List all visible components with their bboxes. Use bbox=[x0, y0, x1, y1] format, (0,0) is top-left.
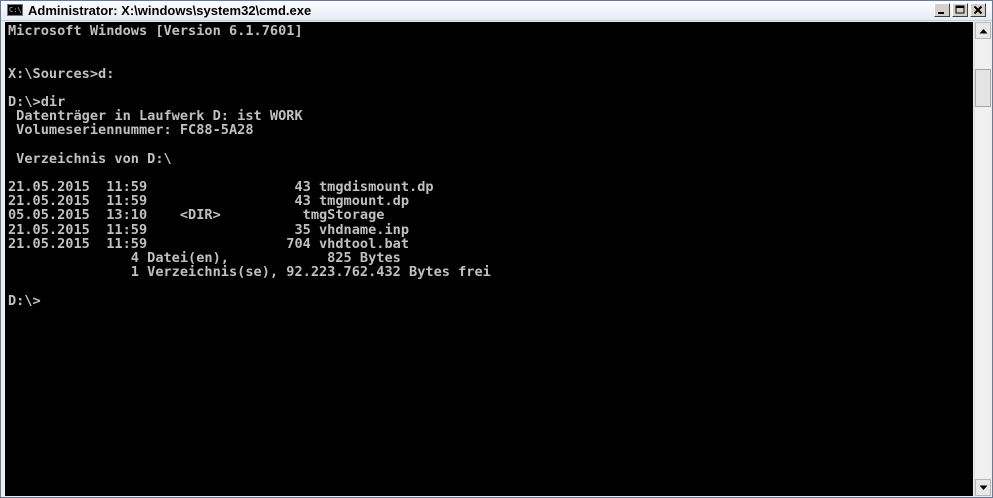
console-line: 4 Datei(en), 825 Bytes bbox=[8, 250, 401, 266]
console-line: 21.05.2015 11:59 43 tmgmount.dp bbox=[8, 193, 410, 210]
console-line: 21.05.2015 11:59 43 tmgdismount.dp bbox=[8, 179, 434, 196]
scroll-up-button[interactable] bbox=[975, 22, 991, 39]
close-icon bbox=[973, 5, 983, 15]
scrollbar-thumb[interactable] bbox=[975, 69, 991, 107]
close-button[interactable] bbox=[970, 3, 986, 17]
console-line: 1 Verzeichnis(se), 92.223.762.432 Bytes … bbox=[8, 264, 491, 281]
cmd-app-icon[interactable]: C:\ bbox=[7, 4, 23, 16]
console-line: Datenträger in Laufwerk D: ist WORK bbox=[8, 108, 303, 125]
cmd-window: C:\ Administrator: X:\windows\system32\c… bbox=[0, 0, 993, 498]
console-line: Volumeseriennummer: FC88-5A28 bbox=[8, 122, 254, 139]
vertical-scrollbar[interactable] bbox=[974, 22, 991, 496]
console-line: 05.05.2015 13:10 <DIR> tmgStorage bbox=[8, 207, 385, 224]
arrow-down-icon bbox=[979, 485, 988, 490]
scroll-down-button[interactable] bbox=[975, 479, 991, 496]
console-line: 21.05.2015 11:59 35 vhdname.inp bbox=[8, 221, 410, 238]
console-line: X:\Sources>d: bbox=[8, 65, 115, 82]
arrow-up-icon bbox=[979, 29, 988, 34]
console-line: D:\>dir bbox=[8, 93, 66, 110]
minimize-icon bbox=[938, 12, 944, 14]
console-text: Microsoft Windows [Version 6.1.7601] X:\S… bbox=[5, 22, 973, 308]
console-line: Microsoft Windows [Version 6.1.7601] bbox=[8, 23, 303, 39]
maximize-button[interactable] bbox=[952, 3, 968, 17]
console-line: 21.05.2015 11:59 704 vhdtool.bat bbox=[8, 235, 410, 252]
window-title: Administrator: X:\windows\system32\cmd.e… bbox=[28, 3, 312, 18]
minimize-button[interactable] bbox=[934, 3, 950, 17]
title-bar[interactable]: C:\ Administrator: X:\windows\system32\c… bbox=[1, 1, 992, 21]
console-line: Verzeichnis von D:\ bbox=[8, 150, 172, 167]
console-output[interactable]: Microsoft Windows [Version 6.1.7601] X:\S… bbox=[5, 22, 973, 496]
caption-buttons bbox=[932, 3, 986, 17]
console-line: D:\> bbox=[8, 292, 41, 309]
maximize-icon bbox=[955, 5, 965, 14]
cmd-app-icon-label: C:\ bbox=[9, 6, 22, 14]
